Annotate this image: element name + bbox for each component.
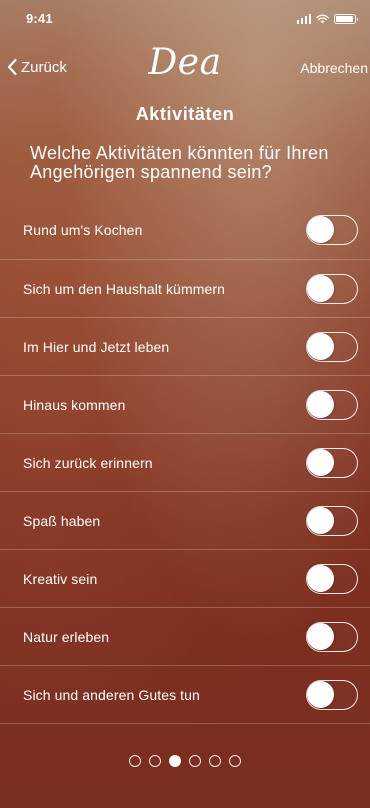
toggle-knob <box>307 332 334 360</box>
page-dot[interactable] <box>209 755 221 767</box>
signal-icon <box>296 14 311 24</box>
page-dot[interactable] <box>229 755 241 767</box>
list-item: Sich zurück erinnern <box>0 434 370 492</box>
question-text: Welche Aktivitäten könnten für Ihren Ang… <box>30 143 329 182</box>
activity-toggle[interactable] <box>306 563 358 594</box>
activity-toggle[interactable] <box>306 505 358 536</box>
activity-label: Natur erleben <box>23 628 110 645</box>
toggle-knob <box>307 216 334 243</box>
toggle-knob <box>307 622 334 650</box>
list-item: Natur erleben <box>0 608 370 666</box>
activity-toggle[interactable] <box>306 679 358 710</box>
activity-toggle[interactable] <box>306 331 358 362</box>
toggle-knob <box>307 680 334 708</box>
page-dot[interactable] <box>189 755 201 767</box>
activity-toggle[interactable] <box>306 621 358 652</box>
toggle-knob <box>307 390 334 418</box>
activity-toggle[interactable] <box>306 447 358 478</box>
activity-label: Kreativ sein <box>23 570 98 587</box>
page-dot-active[interactable] <box>169 755 181 767</box>
screen: 9:41 Zurück Dea Abbrechen Aktivitäten We… <box>0 0 370 808</box>
page-indicator <box>0 755 370 767</box>
activity-toggle[interactable] <box>306 215 358 245</box>
activity-list: Rund um's Kochen Sich um den Haushalt kü… <box>0 201 370 724</box>
battery-icon <box>334 14 358 24</box>
page-title: Aktivitäten <box>135 104 235 124</box>
toggle-knob <box>307 506 334 534</box>
toggle-knob <box>307 448 334 476</box>
page-dot[interactable] <box>129 755 141 767</box>
toggle-knob <box>307 564 334 592</box>
page-dot[interactable] <box>149 755 161 767</box>
activity-label: Hinaus kommen <box>23 396 126 413</box>
activity-label: Sich um den Haushalt kümmern <box>23 280 225 297</box>
activity-toggle[interactable] <box>306 273 358 304</box>
activity-toggle[interactable] <box>306 389 358 420</box>
list-item: Rund um's Kochen <box>0 201 370 260</box>
list-item: Sich um den Haushalt kümmern <box>0 260 370 318</box>
list-item: Sich und anderen Gutes tun <box>0 666 370 724</box>
activity-label: Im Hier und Jetzt leben <box>23 338 170 355</box>
status-bar: 9:41 <box>0 0 370 44</box>
status-icons <box>296 12 358 24</box>
status-time: 9:41 <box>26 11 53 26</box>
list-item: Spaß haben <box>0 492 370 550</box>
list-item: Kreativ sein <box>0 550 370 608</box>
wifi-icon <box>316 14 329 24</box>
activity-label: Sich zurück erinnern <box>23 454 153 471</box>
cancel-button[interactable]: Abbrechen <box>300 60 368 76</box>
list-item: Im Hier und Jetzt leben <box>0 318 370 376</box>
toggle-knob <box>307 274 334 302</box>
activity-label: Rund um's Kochen <box>23 222 143 238</box>
activity-label: Spaß haben <box>23 512 101 529</box>
activity-label: Sich und anderen Gutes tun <box>23 686 200 703</box>
list-item: Hinaus kommen <box>0 376 370 434</box>
